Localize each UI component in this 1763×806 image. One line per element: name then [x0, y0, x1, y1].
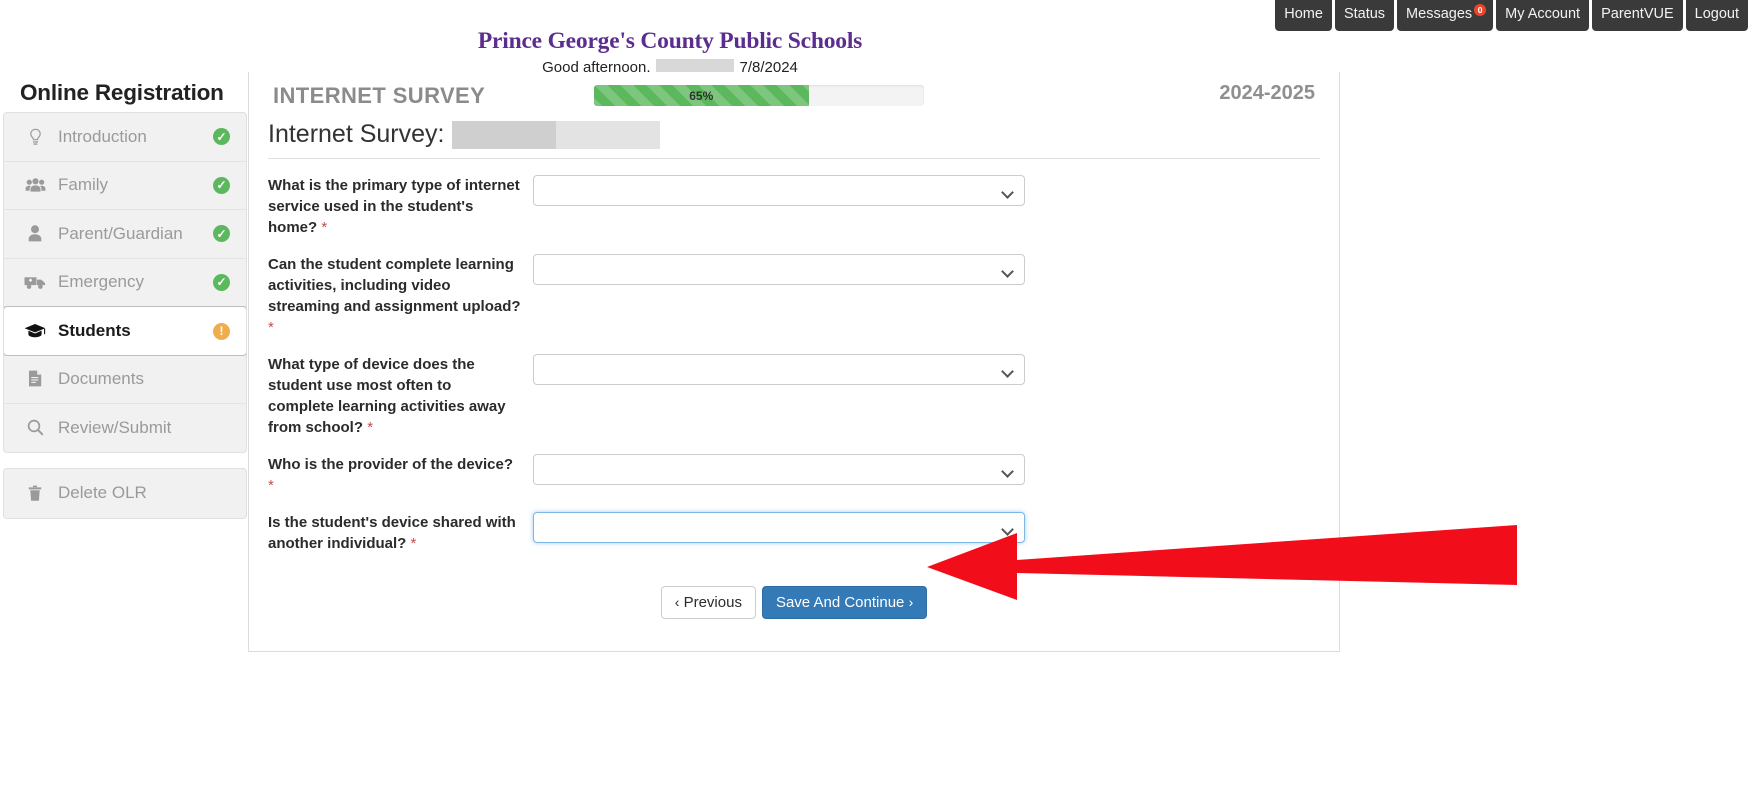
sidebar-item-delete-olr[interactable]: Delete OLR: [4, 469, 246, 518]
ambulance-icon: [22, 275, 48, 290]
district-name: Prince George's County Public Schools: [0, 28, 1340, 55]
question-row-device-provider: Who is the provider of the device? *: [268, 438, 1339, 496]
question-text: Who is the provider of the device?: [268, 456, 513, 473]
sidebar-item-parent-guardian-label: Parent/Guardian: [58, 224, 213, 244]
chevron-left-icon: ‹: [675, 594, 680, 610]
device-provider-dropdown[interactable]: [533, 454, 1025, 485]
people-icon: [22, 178, 48, 193]
lightbulb-icon: [22, 128, 48, 146]
status-complete-icon: ✓: [213, 225, 230, 242]
status-complete-icon: ✓: [213, 128, 230, 145]
status-complete-icon: ✓: [213, 274, 230, 291]
question-row-complete-learning: Can the student complete learning activi…: [268, 238, 1339, 338]
survey-title: Internet Survey:: [268, 120, 444, 149]
section-header: INTERNET SURVEY: [273, 83, 485, 109]
required-asterisk: *: [367, 419, 373, 436]
device-shared-dropdown[interactable]: [533, 512, 1025, 543]
top-navigation-bar: Home Status Messages0 My Account ParentV…: [0, 0, 1763, 27]
sidebar-item-introduction[interactable]: Introduction ✓: [4, 113, 246, 162]
document-icon: [22, 370, 48, 387]
save-and-continue-button-label: Save And Continue: [776, 594, 904, 611]
nav-item-messages-label: Messages: [1406, 6, 1472, 22]
question-row-internet-service: What is the primary type of internet ser…: [268, 159, 1339, 238]
sidebar-nav-list: Introduction ✓ Family ✓ Parent/Guardian …: [3, 112, 247, 453]
redacted-student-name-2: [556, 121, 660, 149]
page-root: Home Status Messages0 My Account ParentV…: [0, 0, 1763, 806]
sidebar-delete-list: Delete OLR: [3, 468, 247, 519]
question-label-device-type: What type of device does the student use…: [268, 354, 533, 438]
question-field-device-type: [533, 354, 1339, 438]
district-header: Prince George's County Public Schools Go…: [0, 28, 1340, 76]
question-row-device-type: What type of device does the student use…: [268, 338, 1339, 438]
nav-item-my-account-label: My Account: [1505, 6, 1580, 22]
nav-item-status-label: Status: [1344, 6, 1385, 22]
nav-item-parentvue[interactable]: ParentVUE: [1592, 0, 1683, 31]
sidebar-item-delete-olr-label: Delete OLR: [58, 483, 230, 503]
redacted-student-name: [452, 121, 556, 149]
required-asterisk: *: [268, 477, 274, 494]
question-label-device-shared: Is the student's device shared with anot…: [268, 512, 533, 554]
nav-item-logout[interactable]: Logout: [1686, 0, 1748, 31]
sidebar-item-review-submit[interactable]: Review/Submit: [4, 404, 246, 453]
question-field-internet-service: [533, 175, 1339, 238]
trash-icon: [22, 485, 48, 502]
required-asterisk: *: [411, 535, 417, 552]
nav-item-messages[interactable]: Messages0: [1397, 0, 1493, 31]
sidebar-item-review-submit-label: Review/Submit: [58, 418, 230, 438]
nav-item-status[interactable]: Status: [1335, 0, 1394, 31]
question-field-device-shared: [533, 512, 1339, 554]
required-asterisk: *: [268, 319, 274, 336]
search-icon: [22, 419, 48, 436]
question-field-device-provider: [533, 454, 1339, 496]
messages-count-badge: 0: [1474, 4, 1486, 16]
progress-percent-label: 65%: [689, 89, 713, 103]
question-label-complete-learning: Can the student complete learning activi…: [268, 254, 533, 338]
sidebar-item-students-label: Students: [58, 321, 213, 341]
school-year-label: 2024-2025: [1219, 82, 1315, 105]
sidebar-item-parent-guardian[interactable]: Parent/Guardian ✓: [4, 210, 246, 259]
previous-button-label: Previous: [684, 594, 742, 611]
sidebar-item-family[interactable]: Family ✓: [4, 162, 246, 211]
question-text: What is the primary type of internet ser…: [268, 177, 520, 236]
survey-title-row: Internet Survey:: [268, 120, 1320, 159]
progress-bar-fill: 65%: [594, 85, 809, 106]
internet-survey-form: Internet Survey: What is the primary typ…: [249, 120, 1339, 619]
question-field-complete-learning: [533, 254, 1339, 338]
page-title: Online Registration: [20, 80, 224, 106]
question-text: What type of device does the student use…: [268, 356, 506, 436]
sidebar-item-documents-label: Documents: [58, 369, 230, 389]
progress-bar: 65%: [594, 85, 924, 106]
required-asterisk: *: [321, 219, 327, 236]
status-warning-icon: !: [213, 323, 230, 340]
nav-item-logout-label: Logout: [1695, 6, 1739, 22]
sidebar-item-introduction-label: Introduction: [58, 127, 213, 147]
question-row-device-shared: Is the student's device shared with anot…: [268, 496, 1339, 554]
status-complete-icon: ✓: [213, 177, 230, 194]
question-label-internet-service: What is the primary type of internet ser…: [268, 175, 533, 238]
sidebar-item-documents[interactable]: Documents: [4, 355, 246, 404]
nav-item-home[interactable]: Home: [1275, 0, 1332, 31]
person-icon: [22, 225, 48, 242]
chevron-right-icon: ›: [909, 594, 914, 610]
previous-button[interactable]: ‹ Previous: [661, 586, 756, 619]
form-button-row: ‹ Previous Save And Continue ›: [249, 586, 1339, 619]
sidebar-item-family-label: Family: [58, 175, 213, 195]
nav-item-my-account[interactable]: My Account: [1496, 0, 1589, 31]
sidebar-item-emergency[interactable]: Emergency ✓: [4, 259, 246, 308]
nav-item-parentvue-label: ParentVUE: [1601, 6, 1674, 22]
save-and-continue-button[interactable]: Save And Continue ›: [762, 586, 927, 619]
main-panel: INTERNET SURVEY 65% 2024-2025 Internet S…: [248, 72, 1340, 652]
graduation-cap-icon: [22, 323, 48, 339]
question-text: Can the student complete learning activi…: [268, 256, 521, 315]
sidebar-item-emergency-label: Emergency: [58, 272, 213, 292]
question-label-device-provider: Who is the provider of the device? *: [268, 454, 533, 496]
panel-header: INTERNET SURVEY 65% 2024-2025: [249, 72, 1339, 116]
nav-item-home-label: Home: [1284, 6, 1323, 22]
internet-service-dropdown[interactable]: [533, 175, 1025, 206]
sidebar-item-students[interactable]: Students !: [3, 306, 247, 356]
complete-learning-dropdown[interactable]: [533, 254, 1025, 285]
device-type-dropdown[interactable]: [533, 354, 1025, 385]
question-text: Is the student's device shared with anot…: [268, 514, 516, 552]
